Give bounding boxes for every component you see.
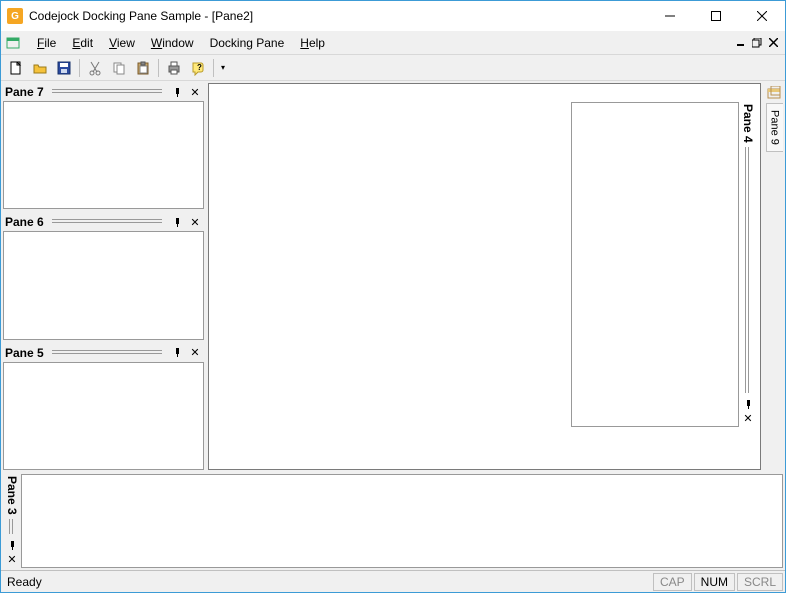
pin-icon [8, 541, 17, 550]
pane-7: Pane 7 ✕ [3, 83, 204, 209]
paste-button[interactable] [132, 57, 154, 79]
svg-text:?: ? [197, 63, 202, 72]
close-pane-button[interactable]: ✕ [741, 411, 755, 425]
pane-gripper[interactable] [745, 147, 751, 393]
toolbar-overflow[interactable]: ▾ [218, 63, 228, 72]
pane-5: Pane 5 ✕ [3, 344, 204, 470]
autohide-pane-icon[interactable] [766, 85, 782, 101]
close-pane-button[interactable]: ✕ [188, 215, 202, 229]
left-dock-column: Pane 7 ✕ Pane 6 ✕ Pane 5 [1, 81, 206, 472]
mdi-system-icon[interactable] [5, 35, 21, 51]
pin-button[interactable] [170, 215, 184, 229]
status-ready: Ready [3, 575, 651, 589]
cut-button[interactable] [84, 57, 106, 79]
pin-button[interactable] [170, 85, 184, 99]
maximize-button[interactable] [693, 1, 739, 31]
pin-icon [173, 88, 182, 97]
open-button[interactable] [29, 57, 51, 79]
pane-3: Pane 3 ✕ [1, 472, 785, 570]
menu-file[interactable]: File [29, 33, 64, 53]
pane-4: Pane 4 ✕ [571, 102, 757, 427]
pane-6-title: Pane 6 [5, 215, 44, 229]
toolbar-separator [213, 59, 214, 77]
pane-3-body[interactable] [21, 474, 783, 568]
pane-gripper[interactable] [52, 350, 162, 356]
copy-button[interactable] [108, 57, 130, 79]
app-icon [7, 8, 23, 24]
menu-bar: File Edit View Window Docking Pane Help [1, 31, 785, 55]
pane-4-body[interactable] [571, 102, 739, 427]
pin-button[interactable] [741, 397, 755, 411]
toolbar: ? ▾ [1, 55, 785, 81]
pin-icon [173, 348, 182, 357]
close-pane-button[interactable]: ✕ [5, 552, 19, 566]
minimize-button[interactable] [647, 1, 693, 31]
new-button[interactable] [5, 57, 27, 79]
pin-icon [173, 218, 182, 227]
pane-5-title: Pane 5 [5, 346, 44, 360]
menu-help[interactable]: Help [292, 33, 333, 53]
print-button[interactable] [163, 57, 185, 79]
status-bar: Ready CAP NUM SCRL [1, 570, 785, 592]
pane-7-title: Pane 7 [5, 85, 44, 99]
pane-gripper[interactable] [52, 89, 162, 95]
window-title: Codejock Docking Pane Sample - [Pane2] [29, 9, 647, 23]
title-bar: Codejock Docking Pane Sample - [Pane2] [1, 1, 785, 31]
pane-gripper[interactable] [9, 519, 15, 534]
pin-button[interactable] [170, 346, 184, 360]
pin-button[interactable] [5, 538, 19, 552]
pin-icon [744, 400, 753, 409]
mdi-client-pane2[interactable]: Pane 4 ✕ [208, 83, 761, 470]
close-pane-button[interactable]: ✕ [188, 346, 202, 360]
right-autohide-strip: Pane 9 [763, 81, 785, 472]
status-num: NUM [694, 573, 735, 591]
close-button[interactable] [739, 1, 785, 31]
menu-edit[interactable]: Edit [64, 33, 101, 53]
pane-7-body[interactable] [3, 101, 204, 209]
save-button[interactable] [53, 57, 75, 79]
toolbar-separator [79, 59, 80, 77]
menu-window[interactable]: Window [143, 33, 202, 53]
pane-6: Pane 6 ✕ [3, 213, 204, 339]
work-area: Pane 7 ✕ Pane 6 ✕ Pane 5 [1, 81, 785, 570]
pane-gripper[interactable] [52, 219, 162, 225]
pane-6-body[interactable] [3, 231, 204, 339]
mdi-close-button[interactable] [765, 38, 781, 47]
menu-docking-pane[interactable]: Docking Pane [202, 33, 293, 53]
close-pane-button[interactable]: ✕ [188, 85, 202, 99]
status-cap: CAP [653, 573, 692, 591]
status-scrl: SCRL [737, 573, 783, 591]
pane-5-body[interactable] [3, 362, 204, 470]
toolbar-separator [158, 59, 159, 77]
menu-view[interactable]: View [101, 33, 143, 53]
autohide-tab-pane9[interactable]: Pane 9 [766, 103, 783, 152]
mdi-minimize-button[interactable] [733, 38, 749, 48]
pane-3-title: Pane 3 [5, 476, 19, 515]
pane-4-title: Pane 4 [741, 104, 755, 143]
mdi-restore-button[interactable] [749, 38, 765, 48]
about-button[interactable]: ? [187, 57, 209, 79]
